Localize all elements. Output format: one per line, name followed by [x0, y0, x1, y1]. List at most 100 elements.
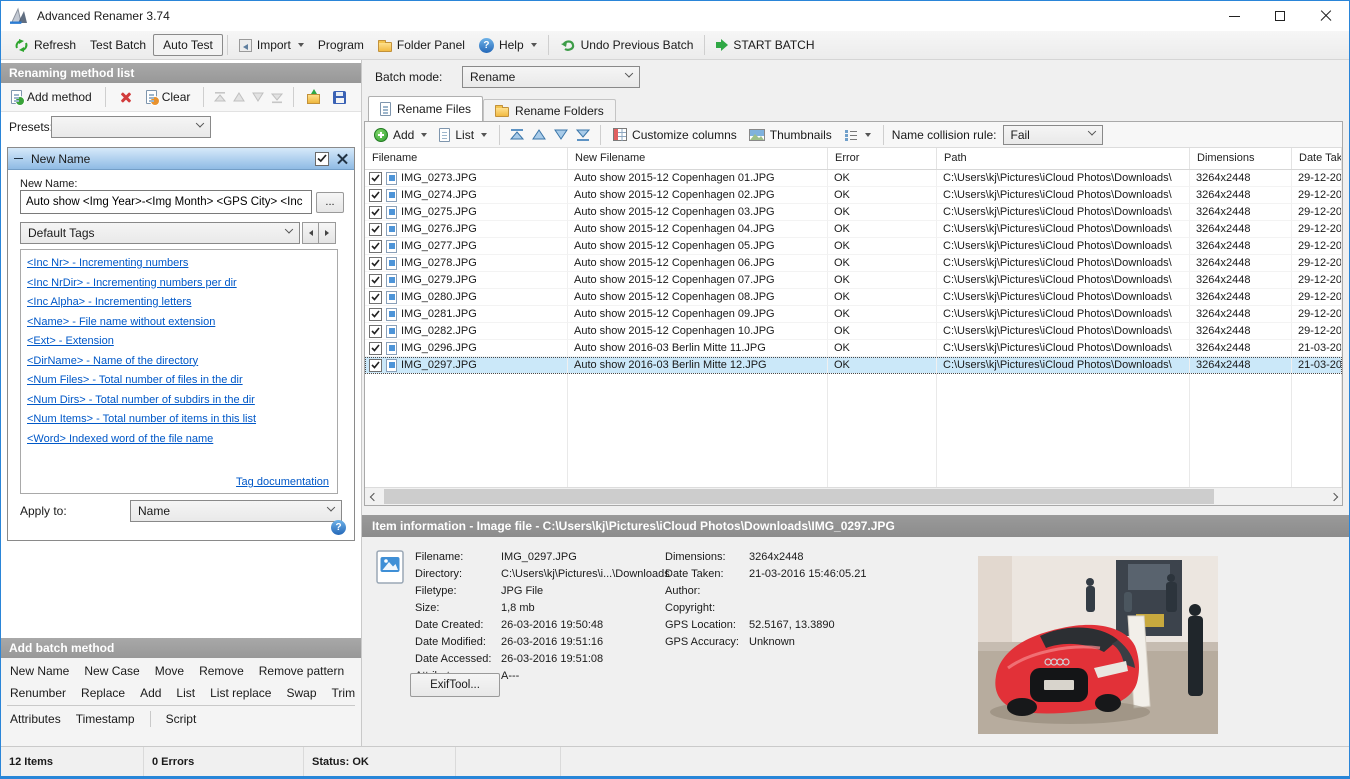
batch-method-new-name[interactable]: New Name	[10, 664, 69, 678]
tag-page-next-button[interactable]	[319, 222, 336, 244]
tab-rename-folders[interactable]: Rename Folders	[483, 99, 616, 121]
tag-link[interactable]: <Num Dirs> - Total number of subdirs in …	[27, 394, 331, 406]
table-row[interactable]: IMG_0277.JPG Auto show 2015-12 Copenhagen…	[365, 238, 1342, 255]
presets-dropdown[interactable]	[51, 116, 211, 138]
row-checkbox[interactable]	[369, 307, 382, 321]
column-header[interactable]: New Filename	[568, 148, 828, 169]
method-close-icon[interactable]	[337, 153, 348, 164]
column-header[interactable]: Path	[937, 148, 1190, 169]
view-mode-button[interactable]	[840, 127, 875, 143]
tag-documentation-link[interactable]: Tag documentation	[236, 476, 329, 488]
row-checkbox[interactable]	[369, 222, 382, 236]
exiftool-button[interactable]: ExifTool...	[410, 673, 500, 697]
table-row[interactable]: IMG_0296.JPG Auto show 2016-03 Berlin Mit…	[365, 340, 1342, 357]
table-row[interactable]: IMG_0297.JPG Auto show 2016-03 Berlin Mit…	[365, 357, 1342, 374]
move-up-icon[interactable]	[530, 128, 548, 142]
batch-method-trim[interactable]: Trim	[332, 686, 356, 700]
table-row[interactable]: IMG_0282.JPG Auto show 2015-12 Copenhagen…	[365, 323, 1342, 340]
tag-link[interactable]: <Name> - File name without extension	[27, 316, 331, 328]
tag-category-dropdown[interactable]: Default Tags	[20, 222, 300, 244]
tag-page-prev-button[interactable]	[302, 222, 319, 244]
tag-link[interactable]: <Ext> - Extension	[27, 335, 331, 347]
batch-method-remove-pattern[interactable]: Remove pattern	[259, 664, 344, 678]
apply-to-dropdown[interactable]: Name	[130, 500, 342, 522]
row-checkbox[interactable]	[369, 239, 382, 253]
import-button[interactable]: Import	[232, 34, 311, 56]
clear-methods-button[interactable]: Clear	[142, 88, 195, 106]
new-name-input[interactable]	[20, 190, 312, 214]
batch-method-move[interactable]: Move	[155, 664, 184, 678]
method-header[interactable]: New Name	[8, 148, 354, 170]
thumbnails-button[interactable]: Thumbnails	[745, 126, 836, 144]
batch-method-list[interactable]: List	[176, 686, 195, 700]
collision-rule-dropdown[interactable]: Fail	[1002, 124, 1103, 145]
batch-method-timestamp[interactable]: Timestamp	[76, 712, 135, 726]
move-bottom-icon[interactable]	[574, 128, 592, 142]
table-row[interactable]: IMG_0275.JPG Auto show 2015-12 Copenhagen…	[365, 204, 1342, 221]
batch-method-attributes[interactable]: Attributes	[10, 712, 61, 726]
save-preset-button[interactable]	[329, 89, 350, 106]
undo-previous-batch-button[interactable]: Undo Previous Batch	[553, 34, 701, 57]
collapse-icon[interactable]	[14, 157, 23, 160]
table-row[interactable]: IMG_0276.JPG Auto show 2015-12 Copenhagen…	[365, 221, 1342, 238]
scrollbar-track[interactable]	[382, 488, 1325, 505]
folder-panel-button[interactable]: Folder Panel	[371, 34, 472, 56]
batch-method-remove[interactable]: Remove	[199, 664, 244, 678]
row-checkbox[interactable]	[369, 273, 382, 287]
move-top-icon[interactable]	[508, 128, 526, 142]
column-header[interactable]: Filename	[365, 148, 568, 169]
table-row[interactable]: IMG_0281.JPG Auto show 2015-12 Copenhagen…	[365, 306, 1342, 323]
batch-method-new-case[interactable]: New Case	[84, 664, 139, 678]
batch-method-script[interactable]: Script	[166, 712, 197, 726]
maximize-button[interactable]	[1257, 1, 1303, 31]
batch-mode-dropdown[interactable]: Rename	[462, 66, 640, 88]
scroll-right-button[interactable]	[1325, 488, 1342, 505]
method-enabled-checkbox[interactable]	[315, 151, 329, 166]
row-checkbox[interactable]	[369, 171, 382, 185]
horizontal-scrollbar[interactable]	[365, 487, 1342, 505]
tag-link[interactable]: <DirName> - Name of the directory	[27, 355, 331, 367]
tag-link[interactable]: <Word> Indexed word of the file name	[27, 433, 331, 445]
auto-test-toggle[interactable]: Auto Test	[153, 34, 223, 56]
move-method-top-icon[interactable]	[213, 91, 227, 104]
row-checkbox[interactable]	[369, 358, 382, 372]
test-batch-button[interactable]: Test Batch	[83, 34, 153, 56]
table-row[interactable]: IMG_0278.JPG Auto show 2015-12 Copenhagen…	[365, 255, 1342, 272]
scrollbar-thumb[interactable]	[384, 489, 1214, 504]
row-checkbox[interactable]	[369, 324, 382, 338]
tag-link[interactable]: <Inc Alpha> - Incrementing letters	[27, 296, 331, 308]
row-checkbox[interactable]	[369, 290, 382, 304]
method-help-icon[interactable]: ?	[331, 520, 346, 535]
help-button[interactable]: ? Help	[472, 34, 544, 57]
tag-link[interactable]: <Inc Nr> - Incrementing numbers	[27, 257, 331, 269]
table-row[interactable]: IMG_0273.JPG Auto show 2015-12 Copenhagen…	[365, 170, 1342, 187]
add-method-button[interactable]: Add method	[7, 88, 96, 106]
close-button[interactable]	[1303, 1, 1349, 31]
batch-method-list-replace[interactable]: List replace	[210, 686, 271, 700]
batch-method-renumber[interactable]: Renumber	[10, 686, 66, 700]
batch-method-swap[interactable]: Swap	[286, 686, 316, 700]
batch-method-add[interactable]: Add	[140, 686, 161, 700]
list-button[interactable]: List	[435, 126, 491, 144]
table-row[interactable]: IMG_0279.JPG Auto show 2015-12 Copenhagen…	[365, 272, 1342, 289]
row-checkbox[interactable]	[369, 188, 382, 202]
move-method-up-icon[interactable]	[232, 91, 246, 104]
minimize-button[interactable]	[1211, 1, 1257, 31]
refresh-button[interactable]: Refresh	[7, 34, 83, 57]
row-checkbox[interactable]	[369, 341, 382, 355]
add-files-button[interactable]: Add	[370, 126, 431, 144]
column-header[interactable]: Date Taken	[1292, 148, 1342, 169]
table-row[interactable]: IMG_0280.JPG Auto show 2015-12 Copenhagen…	[365, 289, 1342, 306]
column-header[interactable]: Error	[828, 148, 937, 169]
customize-columns-button[interactable]: Customize columns	[609, 126, 741, 144]
move-method-bottom-icon[interactable]	[270, 91, 284, 104]
row-checkbox[interactable]	[369, 205, 382, 219]
delete-method-button[interactable]	[115, 88, 137, 106]
program-button[interactable]: Program	[311, 34, 371, 56]
tag-link[interactable]: <Num Files> - Total number of files in t…	[27, 374, 331, 386]
move-method-down-icon[interactable]	[251, 91, 265, 104]
column-header[interactable]: Dimensions	[1190, 148, 1292, 169]
tag-link[interactable]: <Inc NrDir> - Incrementing numbers per d…	[27, 277, 331, 289]
table-row[interactable]: IMG_0274.JPG Auto show 2015-12 Copenhagen…	[365, 187, 1342, 204]
tag-link[interactable]: <Num Items> - Total number of items in t…	[27, 413, 331, 425]
